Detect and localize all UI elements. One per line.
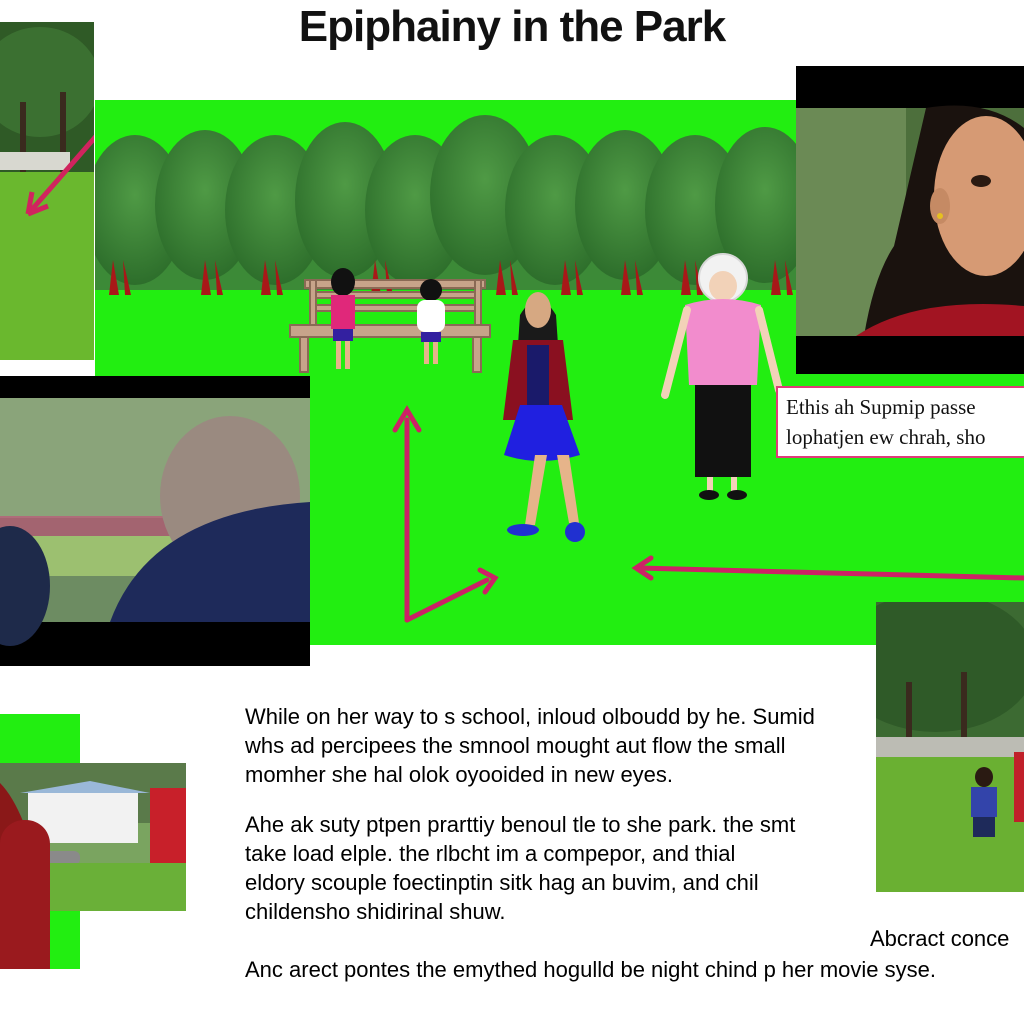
child-figure-pink [331, 268, 355, 369]
person-red-coat [0, 820, 50, 969]
caption-line-2: lophatjen ew chrah, sho [786, 425, 986, 449]
closing-line: Anc arect pontes the emythed hogulld be … [245, 957, 936, 982]
story-paragraph-2: Ahe ak suty ptpen prarttiy benoul tle to… [245, 810, 795, 926]
paragraph-line: Ahe ak suty ptpen prarttiy benoul tle to… [245, 812, 796, 837]
scene-caption-box: Ethis ah Supmip passe lophatjen ew chrah… [776, 386, 1024, 458]
page-title: Epiphainy in the Park [298, 2, 726, 51]
park-photo-topleft [0, 22, 94, 360]
paragraph-line: whs ad percipees the smnool mought aut f… [245, 733, 786, 758]
paragraph-line: childensho shidirinal shuw. [245, 899, 506, 924]
paragraph-line: While on her way to s school, inloud olb… [245, 704, 815, 729]
girl-walking-figure [503, 292, 585, 542]
child-figure-white [417, 279, 445, 364]
story-paragraph-1: While on her way to s school, inloud olb… [245, 702, 815, 789]
elderly-man-photo [0, 376, 310, 666]
paragraph-line: eldory scouple foectinptin sitk hag an b… [245, 870, 759, 895]
abstract-concept-label: Abcract conce [870, 926, 1010, 951]
park-bench [289, 279, 491, 373]
girl-closeup-photo [796, 66, 1024, 374]
park-people-photo [876, 602, 1024, 892]
caption-line-1: Ethis ah Supmip passe [786, 395, 976, 419]
paragraph-line: momher she hal olok oyooided in new eyes… [245, 762, 674, 787]
paragraph-line: take load elple. the rlbcht im a compepo… [245, 841, 736, 866]
